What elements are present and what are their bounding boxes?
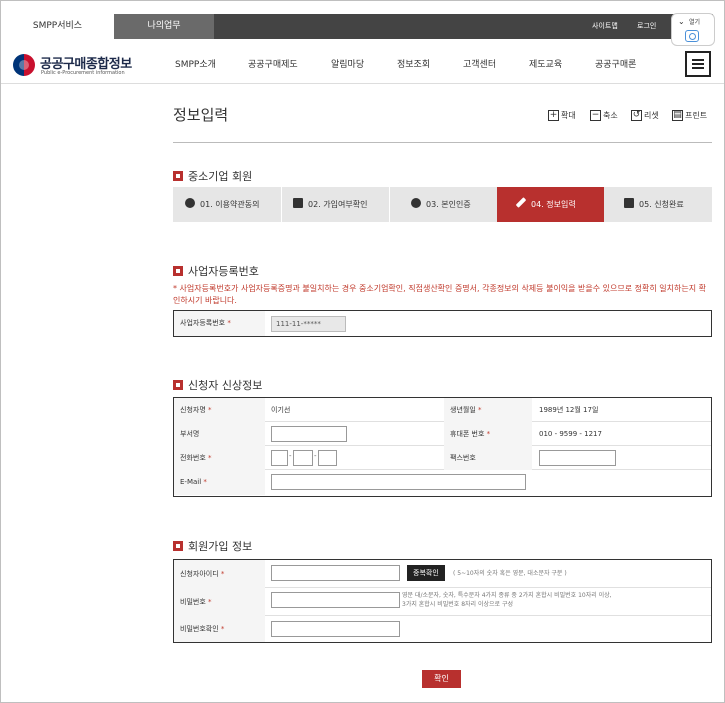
- name-value: 이기선: [271, 406, 291, 414]
- id-input[interactable]: [271, 565, 400, 581]
- id-hint: ( 5~10자의 숫자 혹은 영문, 대소문자 구분 ): [453, 570, 567, 577]
- section-heading-bizno: 사업자등록번호: [173, 263, 259, 279]
- clipboard-check-icon: [624, 198, 634, 208]
- pencil-icon: [515, 197, 527, 208]
- title-divider: [173, 142, 712, 143]
- section-bullet-icon: [173, 266, 183, 276]
- nav-procurement-system[interactable]: 공공구매제도: [248, 57, 298, 70]
- header-divider: [1, 83, 724, 84]
- password-confirm-input[interactable]: [271, 621, 400, 637]
- print-icon: ▤: [672, 110, 683, 121]
- zoom-in-button[interactable]: + 확대: [548, 110, 576, 122]
- birth-label: 생년월일 *: [444, 398, 532, 422]
- mobile-value: 010 - 9599 - 1217: [539, 430, 602, 438]
- minus-icon: −: [590, 110, 601, 121]
- step-membership-check: 02. 가입여부확인: [281, 187, 389, 222]
- fax-input[interactable]: [539, 450, 616, 466]
- camera-scan-icon: [685, 30, 699, 42]
- top-bar: SMPP서비스 나의업무 사이트맵 로그인: [1, 14, 713, 39]
- password-label: 비밀번호 *: [174, 588, 265, 616]
- nav-smpp-intro[interactable]: SMPP소개: [175, 57, 216, 70]
- page-title: 정보입력: [173, 106, 229, 124]
- section-heading-account: 회원가입 정보: [173, 538, 252, 554]
- nav-info-search[interactable]: 정보조회: [397, 57, 430, 70]
- id-label: 신청자아이디 *: [174, 560, 265, 588]
- fax-label: 팩스번호: [444, 446, 532, 470]
- menu-hamburger-button[interactable]: [685, 51, 711, 77]
- section-heading-member: 중소기업 회원: [173, 168, 252, 184]
- step-terms: 01. 이용약관동의: [173, 187, 281, 222]
- account-table: 신청자아이디 * 중복확인 ( 5~10자의 숫자 혹은 영문, 대소문자 구분…: [173, 559, 712, 643]
- step-info-input: 04. 정보입력: [497, 187, 604, 222]
- step-complete: 05. 신청완료: [604, 187, 712, 222]
- bizno-table: 사업자등록번호 * 111-11-*****: [173, 310, 712, 337]
- open-label: 열기: [689, 19, 701, 26]
- open-widget-button[interactable]: ⌄ 열기: [671, 13, 715, 46]
- mobile-label: 휴대폰 번호 *: [444, 422, 532, 446]
- password-confirm-label: 비밀번호확인 *: [174, 616, 265, 642]
- tab-smpp-service[interactable]: SMPP서비스: [1, 14, 114, 39]
- reset-button[interactable]: ↺ 리셋: [631, 110, 659, 122]
- section-bullet-icon: [173, 380, 183, 390]
- plus-icon: +: [548, 110, 559, 121]
- email-input[interactable]: [271, 474, 526, 490]
- login-link[interactable]: 로그인: [637, 14, 656, 39]
- check-circle-icon: [185, 198, 195, 208]
- bizno-label: 사업자등록번호 *: [174, 311, 265, 336]
- dept-label: 부서명: [174, 422, 265, 446]
- print-button[interactable]: ▤ 프린트: [672, 110, 707, 122]
- section-bullet-icon: [173, 171, 183, 181]
- password-hint-1: 영문 대/소문자, 숫자, 특수문자 4가지 종류 중 2가지 혼합시 비밀번호…: [402, 592, 612, 599]
- birth-value: 1989년 12월 17일: [539, 406, 599, 414]
- nav-customer-center[interactable]: 고객센터: [463, 57, 496, 70]
- site-logo[interactable]: 공공구매종합정보 Public e-Procurement informatio…: [13, 52, 143, 78]
- bizno-warning: * 사업자등록번호가 사업자등록증명과 불일치하는 경우 중소기업확인, 직접생…: [173, 284, 706, 305]
- section-heading-applicant: 신청자 신상정보: [173, 377, 262, 393]
- zoom-out-button[interactable]: − 축소: [590, 110, 618, 122]
- confirm-button[interactable]: 확인: [422, 670, 461, 688]
- tab-my-work[interactable]: 나의업무: [114, 14, 214, 39]
- email-label: E-Mail *: [174, 470, 265, 495]
- password-input[interactable]: [271, 592, 400, 608]
- password-hint-2: 3가지 혼합시 비밀번호 8자리 이상으로 구성: [402, 601, 514, 608]
- phone-input-1[interactable]: [271, 450, 288, 466]
- reset-icon: ↺: [631, 110, 642, 121]
- applicant-table: 신청자명 * 이기선 생년월일 * 1989년 12월 17일 부서명 휴대폰 …: [173, 397, 712, 497]
- taegeuk-logo-icon: [13, 54, 35, 76]
- sitemap-link[interactable]: 사이트맵: [592, 14, 618, 39]
- name-label: 신청자명 *: [174, 398, 265, 422]
- logo-subtitle: Public e-Procurement information: [41, 70, 125, 76]
- nav-education[interactable]: 제도교육: [529, 57, 562, 70]
- dept-input[interactable]: [271, 426, 347, 442]
- step-identity: 03. 본인인증: [389, 187, 497, 222]
- nav-procurement-forum[interactable]: 공공구매론: [595, 57, 636, 70]
- person-icon: [411, 198, 421, 208]
- phone-input-3[interactable]: [318, 450, 337, 466]
- phone-input-2[interactable]: [293, 450, 313, 466]
- bizno-value: 111-11-*****: [271, 316, 346, 332]
- section-bullet-icon: [173, 541, 183, 551]
- nav-notice[interactable]: 알림마당: [331, 57, 364, 70]
- phone-label: 전화번호 *: [174, 446, 265, 470]
- chevron-down-icon: ⌄: [678, 17, 685, 26]
- duplicate-check-button[interactable]: 중복확인: [407, 565, 445, 581]
- step-bar: 01. 이용약관동의 02. 가입여부확인 03. 본인인증 04. 정보입력 …: [173, 187, 712, 222]
- monitor-icon: [293, 198, 303, 208]
